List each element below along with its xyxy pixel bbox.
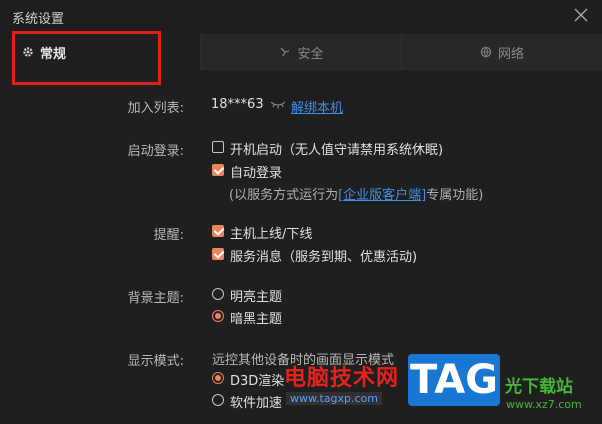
auto-login-text: 自动登录 [230, 166, 283, 181]
tab-security[interactable]: 安全 [201, 34, 401, 70]
tab-bar: 常规 安全 网络 [0, 34, 602, 70]
boot-start-checkbox[interactable] [212, 141, 224, 153]
software-accel-text: 软件加速 [230, 396, 283, 411]
tab-network-label: 网络 [497, 46, 524, 62]
software-accel-radio[interactable] [212, 394, 224, 406]
d3d-render-radio[interactable] [212, 372, 224, 384]
display-mode-label: 显示模式: [127, 354, 184, 369]
tab-general[interactable]: 常规 [0, 34, 200, 70]
dark-theme-text: 暗黑主题 [230, 312, 283, 327]
watermark-url-secondary: www.xz7.com [506, 398, 582, 411]
tab-network[interactable]: 网络 [401, 34, 602, 70]
account-id: 18***63 [211, 97, 264, 112]
watermark-site-name: 电脑技术网 [284, 366, 400, 391]
service-note-prefix: (以服务方式运行为 [229, 188, 339, 203]
title-bar: 系统设置 [0, 0, 602, 34]
d3d-render-text: D3D渲染 [230, 374, 285, 389]
light-theme-radio[interactable] [212, 288, 224, 300]
close-icon[interactable] [572, 6, 590, 24]
tab-security-label: 安全 [297, 46, 324, 62]
reminder-label: 提醒: [153, 228, 184, 243]
shield-icon [279, 46, 291, 58]
watermark-tag-logo: TAG [408, 354, 500, 406]
light-theme-text: 明亮主题 [230, 290, 283, 305]
enterprise-client-link[interactable]: [企业版客户端] [338, 188, 426, 203]
window-title: 系统设置 [12, 12, 65, 27]
dark-theme-radio[interactable] [212, 310, 224, 322]
eye-closed-icon[interactable] [270, 100, 286, 110]
startup-label: 启动登录: [127, 144, 184, 159]
service-msg-checkbox[interactable] [212, 248, 224, 260]
watermark-url: www.tagxp.com [286, 392, 382, 405]
join-list-label: 加入列表: [127, 101, 184, 116]
auto-login-checkbox[interactable] [212, 164, 224, 176]
host-online-text: 主机上线/下线 [230, 227, 313, 242]
service-note-suffix: 专属功能) [426, 188, 484, 203]
theme-label: 背景主题: [127, 291, 184, 306]
service-note: (以服务方式运行为[企业版客户端]专属功能) [229, 184, 483, 203]
unbind-link[interactable]: 解绑本机 [291, 97, 343, 116]
gear-icon [22, 46, 34, 58]
tab-general-label: 常规 [40, 46, 67, 62]
watermark-download-site: 光下载站 [505, 377, 573, 397]
boot-start-text: 开机启动（无人值守请禁用系统休眠) [230, 143, 444, 158]
service-msg-text: 服务消息（服务到期、优惠活动) [230, 250, 418, 265]
globe-icon [480, 46, 492, 58]
host-online-checkbox[interactable] [212, 225, 224, 237]
